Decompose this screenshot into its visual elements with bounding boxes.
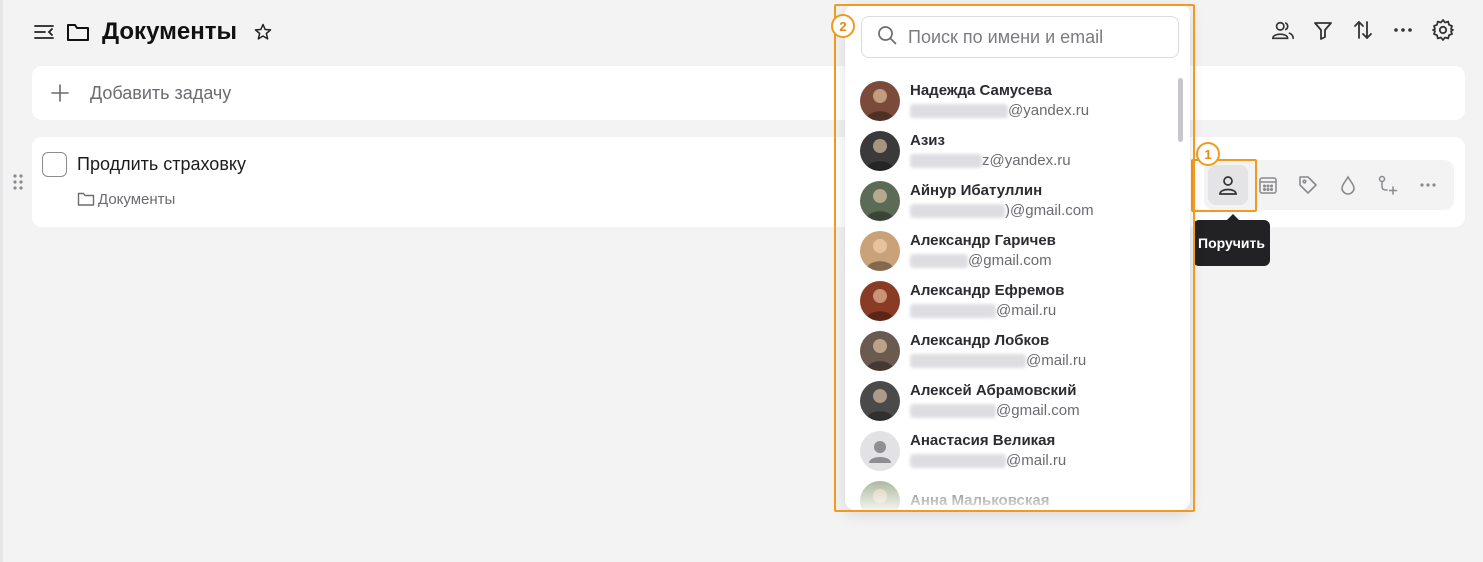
add-task-label: Добавить задачу (90, 82, 232, 103)
assign-tooltip: Поручить (1193, 214, 1270, 266)
collapse-menu-icon[interactable] (32, 20, 56, 44)
settings-gear-icon[interactable] (1431, 18, 1455, 42)
star-outline-icon[interactable] (251, 20, 275, 44)
folder-icon (77, 190, 95, 208)
drag-handle-icon[interactable] (12, 173, 24, 196)
sort-icon[interactable] (1351, 18, 1375, 42)
page-header: Документы (32, 14, 275, 50)
annotation-box-2 (834, 4, 1195, 512)
task-checkbox[interactable] (42, 152, 67, 177)
plus-icon (48, 81, 72, 105)
annotation-badge-1: 1 (1196, 142, 1220, 166)
more-horizontal-icon[interactable] (1408, 165, 1448, 205)
folder-icon (66, 20, 90, 44)
filter-icon[interactable] (1311, 18, 1335, 42)
tag-icon[interactable] (1288, 165, 1328, 205)
task-folder-label: Документы (98, 190, 176, 208)
members-icon[interactable] (1271, 18, 1295, 42)
window-left-edge (0, 0, 3, 562)
task-title[interactable]: Продлить страховку (77, 154, 246, 175)
annotation-box-1 (1191, 159, 1257, 212)
annotation-badge-2: 2 (831, 14, 855, 38)
subtask-add-icon[interactable] (1368, 165, 1408, 205)
top-toolbar (1271, 18, 1455, 42)
more-horizontal-icon[interactable] (1391, 18, 1415, 42)
add-task-row[interactable]: Добавить задачу (32, 66, 1465, 120)
page-title: Документы (102, 18, 237, 45)
task-folder[interactable]: Документы (77, 190, 175, 208)
priority-drop-icon[interactable] (1328, 165, 1368, 205)
